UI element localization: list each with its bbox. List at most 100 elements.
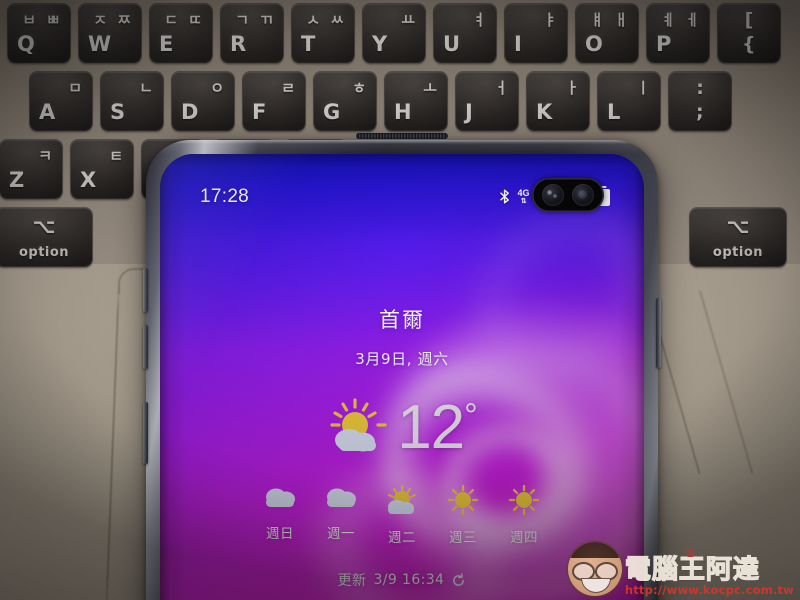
- forecast-day-1[interactable]: 週一: [316, 485, 366, 546]
- key-latin-label: Q: [17, 32, 36, 56]
- forecast-day-0[interactable]: 週日: [255, 485, 305, 546]
- weather-temperature: 12°: [397, 397, 478, 459]
- key-hangul-label-alt: ㅅ: [306, 11, 320, 29]
- key-option[interactable]: ⌥ option: [689, 208, 786, 266]
- key-l[interactable]: ㅣL: [598, 72, 660, 130]
- weather-forecast-row: 週日 週一 週二 週三 週四: [160, 484, 644, 546]
- key-latin-label: K: [536, 100, 553, 124]
- key-hangul-label: ㅏ: [565, 79, 579, 97]
- key-latin-label: ;: [695, 101, 705, 123]
- key-latin-label: X: [80, 168, 97, 192]
- key-hangul-label-alt: ㅖ: [661, 11, 675, 29]
- key-hangul-label: ⌥: [32, 214, 56, 238]
- key-p[interactable]: ㅔㅖP: [647, 4, 709, 62]
- key-hangul-label: ㅔ: [685, 11, 699, 29]
- key-g[interactable]: ㅎG: [314, 72, 376, 130]
- key-hangul-label: ㅑ: [543, 11, 557, 29]
- key-latin-label: S: [110, 100, 126, 124]
- key-latin-label: U: [443, 32, 461, 56]
- avatar-mouth: [580, 578, 611, 593]
- degree-symbol: °: [464, 397, 478, 435]
- refresh-icon[interactable]: [451, 572, 466, 588]
- forecast-day-label: 週二: [388, 530, 416, 546]
- key-hangul-label-alt: ㄱ: [235, 11, 249, 29]
- key-latin-label: option: [18, 245, 70, 260]
- key-hangul-label: ㅕ: [472, 11, 486, 29]
- temperature-value: 12: [397, 393, 465, 462]
- cloudy-icon: [323, 485, 359, 516]
- key-latin-label: J: [465, 100, 474, 124]
- key-[interactable]: [{: [718, 4, 780, 62]
- volume-up-button[interactable]: [143, 268, 148, 312]
- keyboard-row-qwerty: ㅃㅂ Q ㅉㅈ W ㄸㄷ E ㄲㄱ R ㅆㅅ T ㅛ Y ㅕ U ㅑ I ㅐㅒ O ㅔㅖ P[{: [8, 4, 780, 62]
- key-s[interactable]: ㄴS: [101, 72, 163, 130]
- key-hangul-label-alt: ㅒ: [590, 11, 604, 29]
- network-label: 4G: [517, 188, 530, 198]
- key-hangul-label: ㅉ: [117, 11, 131, 29]
- key-t[interactable]: ㅆㅅT: [292, 4, 354, 62]
- key-hangul-label: ㅐ: [614, 11, 628, 29]
- key-hangul-label: ㄸ: [188, 11, 202, 29]
- key-latin-label: A: [39, 100, 56, 124]
- update-label: 更新: [337, 573, 367, 589]
- weather-city: 首爾: [379, 308, 425, 332]
- bluetooth-icon: [499, 188, 512, 206]
- key-hangul-label: ㅆ: [330, 11, 344, 29]
- phone-screen[interactable]: 17:28 4G ⇅ 92%: [160, 154, 644, 600]
- cloudy-icon: [262, 485, 298, 516]
- partly-cloudy-icon: [327, 397, 389, 459]
- forecast-day-4[interactable]: 週四: [499, 484, 549, 546]
- partly-cloudy-icon: [383, 485, 421, 520]
- key-hangul-label: ㄴ: [139, 79, 153, 97]
- key-hangul-label: ㅗ: [423, 79, 437, 97]
- key-w[interactable]: ㅉㅈW: [79, 4, 141, 62]
- avatar-glasses: [571, 562, 618, 581]
- key-q[interactable]: ㅃㅂQ: [8, 4, 70, 62]
- key-hangul-label: ㅇ: [210, 79, 224, 97]
- forecast-day-2[interactable]: 週二: [377, 485, 427, 546]
- key-latin-label: D: [181, 100, 199, 124]
- key-[interactable]: :;: [669, 72, 731, 130]
- volume-down-button[interactable]: [143, 325, 148, 369]
- key-latin-label: G: [323, 100, 341, 124]
- crown-icon: ♔: [684, 545, 697, 560]
- phone-device: 17:28 4G ⇅ 92%: [143, 133, 661, 600]
- key-h[interactable]: ㅗH: [385, 72, 447, 130]
- earpiece-speaker: [356, 133, 448, 139]
- watermark-url: http://www.kocpc.com.tw: [624, 582, 794, 597]
- key-d[interactable]: ㅇD: [172, 72, 234, 130]
- key-i[interactable]: ㅑI: [505, 4, 567, 62]
- key-z[interactable]: ㅋZ: [0, 140, 62, 198]
- key-latin-label: L: [607, 100, 621, 124]
- key-latin-label: T: [301, 32, 316, 56]
- key-hangul-label: ⌥: [726, 214, 750, 238]
- key-y[interactable]: ㅛY: [363, 4, 425, 62]
- forecast-day-3[interactable]: 週三: [438, 484, 488, 546]
- status-clock: 17:28: [200, 186, 250, 207]
- network-type-icon: 4G ⇅: [517, 188, 530, 206]
- key-hangul-label: ㅓ: [494, 79, 508, 97]
- key-r[interactable]: ㄲㄱR: [221, 4, 283, 62]
- key-hangul-label: ㅃ: [46, 11, 60, 29]
- key-option[interactable]: ⌥ option: [0, 208, 92, 266]
- key-hangul-label: ㅁ: [68, 79, 82, 97]
- key-latin-label: {: [741, 33, 757, 55]
- key-o[interactable]: ㅐㅒO: [576, 4, 638, 62]
- watermark: ♔ 電腦王阿達 http://www.kocpc.com.tw: [567, 542, 794, 597]
- power-button[interactable]: [656, 298, 661, 368]
- key-a[interactable]: ㅁA: [30, 72, 92, 130]
- key-hangul-label-alt: ㄷ: [164, 11, 178, 29]
- key-k[interactable]: ㅏK: [527, 72, 589, 130]
- key-latin-label: option: [712, 245, 764, 260]
- key-j[interactable]: ㅓJ: [456, 72, 518, 130]
- bixby-button[interactable]: [143, 402, 148, 464]
- key-e[interactable]: ㄸㄷE: [150, 4, 212, 62]
- key-hangul-label: ㅣ: [636, 79, 650, 97]
- avatar-face-icon: [567, 542, 622, 596]
- key-hangul-label: ㅛ: [401, 11, 415, 29]
- key-u[interactable]: ㅕU: [434, 4, 496, 62]
- key-x[interactable]: ㅌX: [71, 140, 133, 198]
- sunny-icon: [508, 484, 540, 520]
- weather-date: 3月9日, 週六: [355, 350, 449, 368]
- key-f[interactable]: ㄹF: [243, 72, 305, 130]
